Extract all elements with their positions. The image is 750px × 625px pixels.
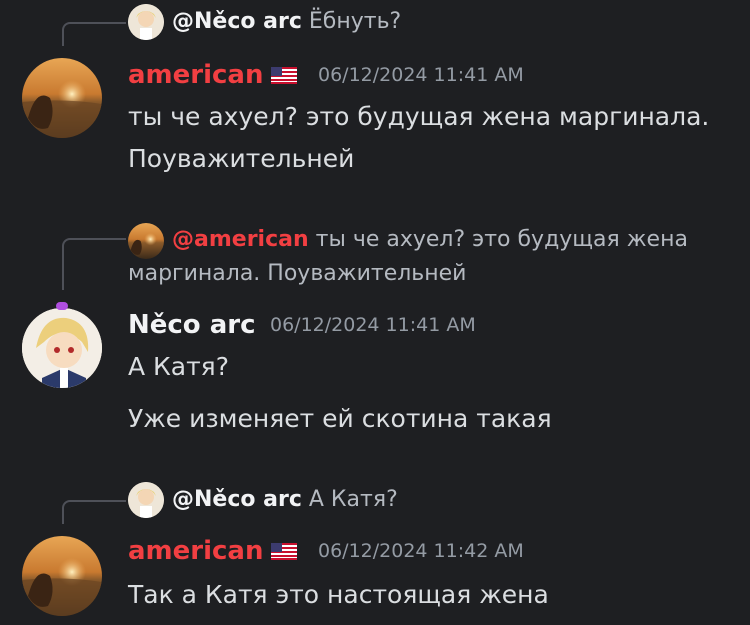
reply-content-continued: маргинала. Поуважительней [128, 261, 467, 286]
author-name[interactable]: american [128, 534, 263, 568]
us-flag-icon [271, 67, 297, 84]
message-text-line: Уже изменяет ей скотина такая [128, 404, 552, 433]
reply-content: Ёбнуть? [308, 9, 402, 34]
reply-preview[interactable]: @Něco arc Ёбнуть? [172, 6, 401, 38]
reply-mention[interactable]: @american [172, 227, 309, 252]
avatar-american[interactable] [22, 536, 102, 616]
reply-avatar-neco[interactable] [128, 4, 164, 40]
reply-connector [62, 238, 126, 290]
us-flag-icon [271, 543, 297, 560]
reply-connector [62, 500, 126, 524]
avatar-american[interactable] [22, 58, 102, 138]
timestamp[interactable]: 06/12/2024 11:41 AM [318, 58, 524, 92]
reply-content: А Катя? [308, 487, 398, 512]
author-name[interactable]: Něco arc [128, 308, 256, 342]
message-text-line: А Катя? [128, 352, 229, 381]
reply-preview[interactable]: @american ты че ахуел? это будущая жена [172, 224, 688, 256]
reply-avatar-american[interactable] [128, 223, 164, 259]
reply-connector [62, 22, 126, 46]
timestamp[interactable]: 06/12/2024 11:42 AM [318, 534, 524, 568]
message-text-line: Поуважительней [128, 144, 355, 173]
reply-mention[interactable]: @Něco arc [172, 9, 302, 34]
timestamp[interactable]: 06/12/2024 11:41 AM [270, 308, 476, 342]
reply-preview[interactable]: @Něco arc А Катя? [172, 484, 398, 516]
reply-avatar-neco[interactable] [128, 482, 164, 518]
reply-content: ты че ахуел? это будущая жена [315, 227, 688, 252]
message-text-line: Так а Катя это настоящая жена [128, 580, 549, 609]
message-text-line: ты че ахуел? это будущая жена маргинала. [128, 102, 710, 131]
reply-mention[interactable]: @Něco arc [172, 487, 302, 512]
avatar-neco-arc[interactable] [22, 308, 102, 388]
avatar-decoration [56, 302, 68, 310]
author-name[interactable]: american [128, 58, 263, 92]
